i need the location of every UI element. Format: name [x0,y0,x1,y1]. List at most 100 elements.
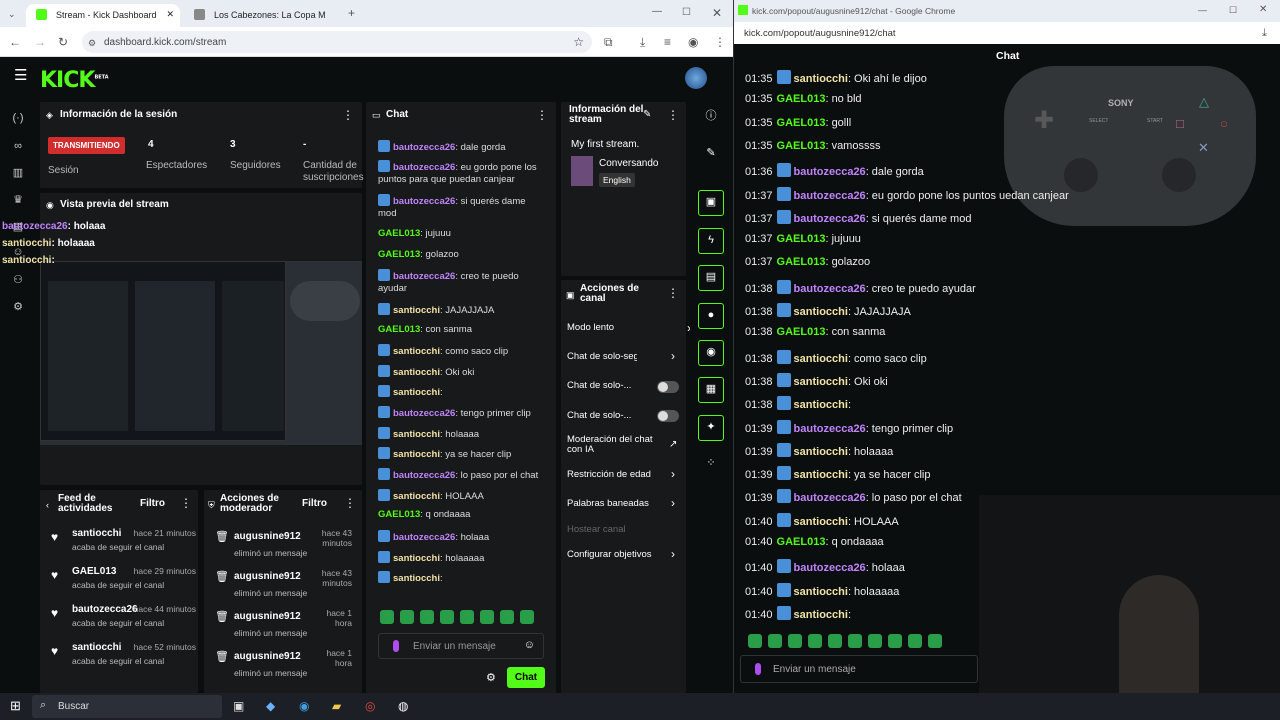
banned-words-row[interactable]: Palabras baneadas [567,498,687,509]
chat-user[interactable]: GAEL013 [378,324,420,335]
more-options-icon[interactable]: ⋮ [180,496,192,510]
url-field[interactable]: ⚙ dashboard.kick.com/stream ☆ [82,31,592,53]
bookmark-star-icon[interactable]: ☆ [573,35,584,49]
chat-user[interactable]: bautozecca26 [393,408,455,419]
emote-chat-toggle[interactable] [657,410,679,422]
stream-preview-video[interactable] [40,261,362,445]
chat-user[interactable]: bautozecca26 [794,562,866,574]
collapse-icon[interactable]: ‹ [46,498,49,512]
chat-settings-icon[interactable]: ⚙ [486,671,496,685]
download-icon[interactable]: ⤓ [640,35,645,49]
emote-icon[interactable] [848,634,862,648]
chat-user[interactable]: santiocchi [794,306,848,318]
close-tab-icon[interactable]: ✕ [166,9,174,20]
chrome-icon[interactable]: ◎ [365,699,375,713]
reload-icon[interactable]: ↻ [58,35,68,49]
chat-user[interactable]: bautozecca26 [393,532,455,543]
stream-icon[interactable]: (·) [11,112,25,126]
wrench-icon[interactable]: ✦ [698,415,724,441]
trophy-icon[interactable]: ♛ [11,193,25,207]
chat-user[interactable]: GAEL013 [378,228,420,239]
more-options-icon[interactable]: ⋮ [667,286,679,300]
chat-user[interactable]: GAEL013 [777,140,826,152]
chat-user[interactable]: GAEL013 [378,509,420,520]
edit-icon[interactable]: ✎ [698,142,724,168]
emote-icon[interactable] [928,634,942,648]
url-text[interactable]: kick.com/popout/augusnine912/chat [744,28,896,39]
emote-icon[interactable] [788,634,802,648]
emote-icon[interactable] [480,610,494,624]
chat-user[interactable]: santiocchi [393,305,440,316]
chat-user[interactable]: santiocchi [393,553,440,564]
tab-search-icon[interactable]: ⌄ [8,7,16,21]
chat-user[interactable]: santiocchi [794,353,848,365]
goals-row[interactable]: Configurar objetivos [567,549,687,560]
emote-icon[interactable] [868,634,882,648]
emote-icon[interactable] [460,610,474,624]
document-icon[interactable]: ▤ [698,265,724,291]
more-icon[interactable]: ⁘ [698,452,724,478]
emote-icon[interactable] [420,610,434,624]
chat-bubble-icon[interactable]: ● [698,303,724,329]
chat-user[interactable]: GAEL013 [777,233,826,245]
mic-icon[interactable] [393,640,399,652]
chat-user[interactable]: santiocchi [393,491,440,502]
tab-youtube[interactable]: Los Cabezones: La Copa M [184,4,340,27]
broadcast-icon[interactable]: ◉ [698,340,724,366]
windows-start-icon[interactable]: ⊞ [10,699,21,713]
more-options-icon[interactable]: ⋮ [344,496,356,510]
close-window-icon[interactable]: ✕ [712,6,722,20]
chat-user[interactable]: bautozecca26 [393,271,455,282]
more-options-icon[interactable]: ⋮ [342,108,354,122]
popout-chat-input[interactable]: Enviar un mensaje [740,655,978,683]
taskbar-search[interactable]: ⌕ Buscar [32,695,222,718]
emoji-icon[interactable]: ☺ [524,639,535,651]
tab-groups-icon[interactable]: ≡ [664,35,671,49]
more-options-icon[interactable]: ⋮ [667,108,679,122]
chat-user[interactable]: bautozecca26 [794,423,866,435]
new-tab-icon[interactable]: + [348,6,355,20]
lightning-icon[interactable]: ϟ [698,228,724,254]
ai-moderation-row[interactable]: Moderación del chat con IA [567,435,667,455]
emote-icon[interactable] [400,610,414,624]
chat-user[interactable]: santiocchi [393,387,440,398]
hamburger-menu-icon[interactable]: ☰ [14,68,27,83]
chat-user[interactable]: santiocchi [794,586,848,598]
chat-user[interactable]: santiocchi [794,469,848,481]
chat-user[interactable]: santiocchi [393,367,440,378]
clip-icon[interactable]: ▣ [698,190,724,216]
chat-user[interactable]: santiocchi [794,516,848,528]
chat-user[interactable]: santiocchi [393,346,440,357]
chat-user[interactable]: bautozecca26 [393,470,455,481]
menu-icon[interactable]: ⋮ [714,35,726,49]
task-view-icon[interactable]: ▣ [233,699,244,713]
sub-chat-toggle[interactable] [657,381,679,393]
emote-icon[interactable] [520,610,534,624]
mod-filter-button[interactable]: Filtro [302,498,327,509]
more-options-icon[interactable]: ⋮ [536,108,548,122]
send-chat-button[interactable]: Chat [507,667,545,688]
extensions-icon[interactable]: ⧉ [604,35,613,49]
user-avatar[interactable] [685,67,707,89]
tab-kick-dashboard[interactable]: Stream - Kick Dashboard ✕ [26,4,180,27]
file-explorer-icon[interactable]: ▰ [332,699,341,713]
chat-user[interactable]: santiocchi [794,446,848,458]
kick-logo[interactable]: KICKBETA [40,68,109,93]
chat-user[interactable]: GAEL013 [777,326,826,338]
chat-user[interactable]: GAEL013 [777,256,826,268]
chat-user[interactable]: GAEL013 [777,117,826,129]
users-icon[interactable]: ⚇ [11,273,25,287]
maximize-icon[interactable]: ☐ [1229,3,1237,17]
follower-chat-row[interactable]: Chat de solo-seguido [567,351,637,362]
chat-user[interactable]: santiocchi [794,73,848,85]
mic-icon[interactable] [755,663,761,675]
analytics-icon[interactable]: ▥ [11,166,25,180]
close-window-icon[interactable]: ✕ [1259,3,1267,17]
emote-icon[interactable] [888,634,902,648]
emote-icon[interactable] [440,610,454,624]
obs-icon[interactable]: ◍ [398,699,408,713]
chat-user[interactable]: santiocchi [794,376,848,388]
feed-filter-button[interactable]: Filtro [140,498,165,509]
chat-user[interactable]: bautozecca26 [393,162,455,173]
minimize-icon[interactable]: — [1198,3,1207,17]
